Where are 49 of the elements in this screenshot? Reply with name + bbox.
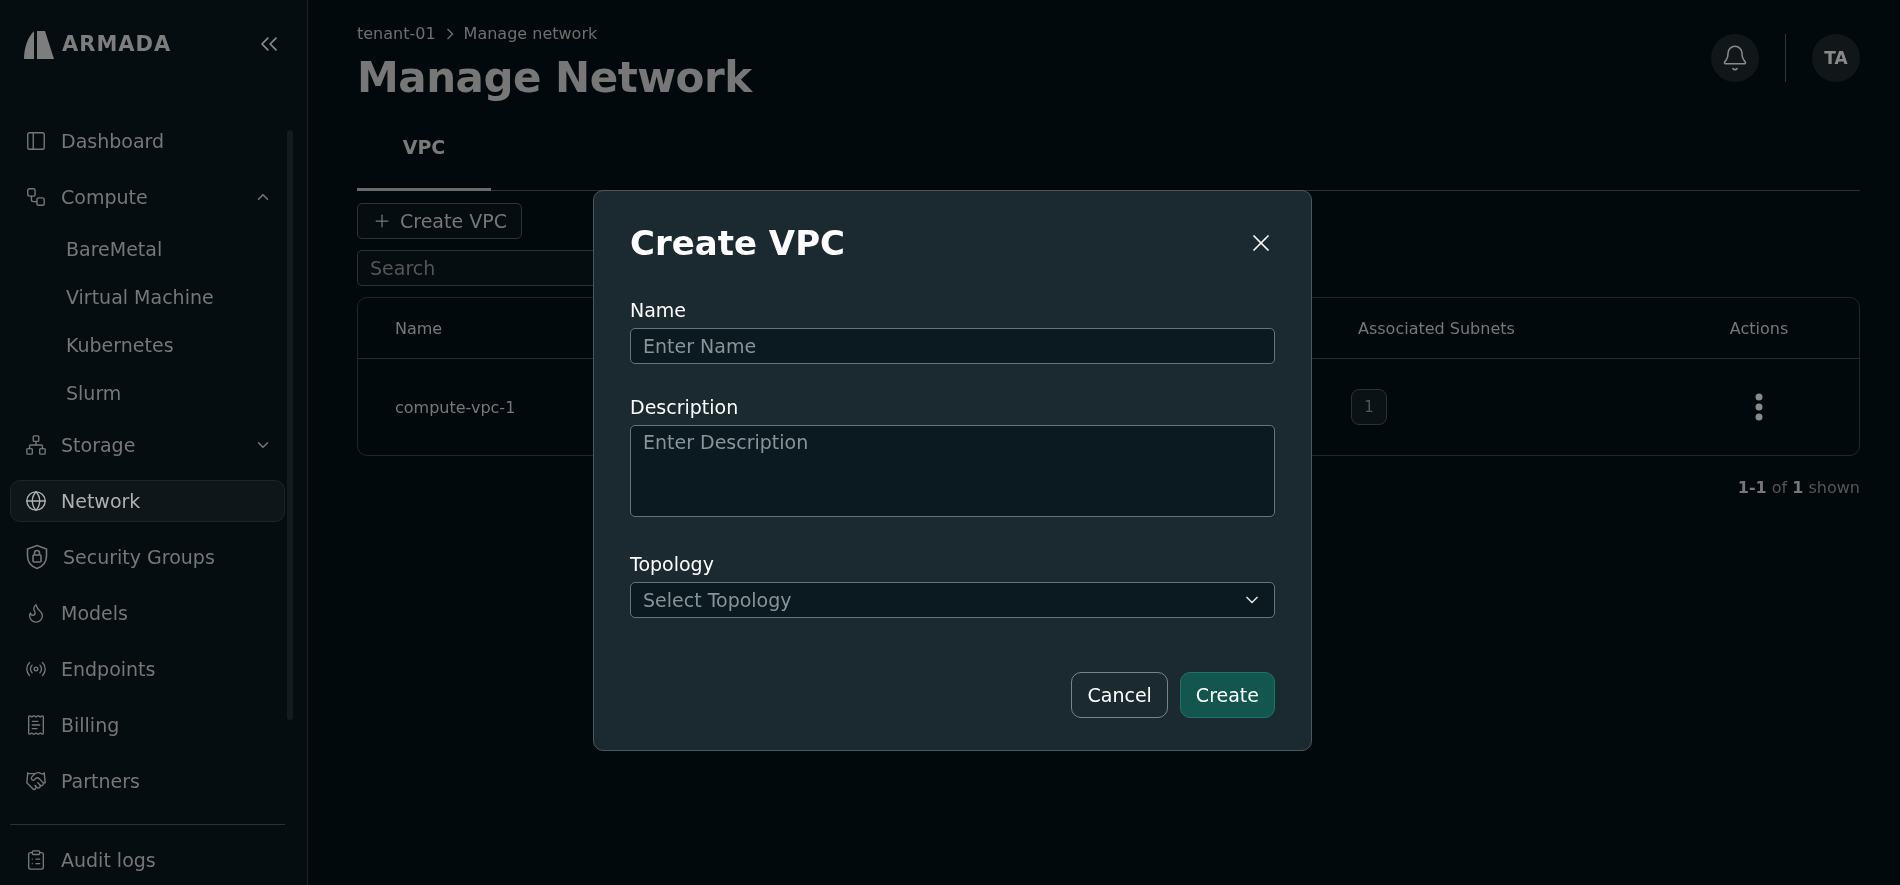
count-badge: 1 [1351,389,1387,425]
description-text-area[interactable]: Enter Description [630,425,1275,517]
table-cell: compute-vpc-1 [395,397,516,417]
field-label: Description [630,396,740,418]
server-node-icon [25,434,47,456]
sidebar-item[interactable]: Dashboard [10,120,285,162]
name-input-field[interactable]: Enter Name [630,328,1275,364]
sidebar-item[interactable]: Partners [10,760,285,802]
vertical-dots-icon [1755,393,1763,421]
sidebar-item[interactable]: Audit logs [10,839,285,881]
sidebar-subitem[interactable]: Slurm [10,376,285,410]
notifications-button[interactable] [1711,34,1759,82]
field-label: Topology [630,553,715,575]
sidebar-subitem[interactable]: Virtual Machine [10,280,285,314]
column-header: Actions [1659,298,1859,359]
sail-logo-icon [22,29,56,59]
shield-lock-icon [25,544,49,570]
chevron-right-icon [445,27,454,40]
clipboard-icon [25,849,47,871]
create-button[interactable]: Create [1179,672,1275,718]
globe-icon [25,490,47,512]
column-header: Associated Subnets [1321,298,1659,359]
field-label: Name [630,299,688,321]
breadcrumb-link[interactable]: tenant-01 [357,24,436,43]
dialog-title: Create VPC [630,223,846,263]
tab[interactable]: VPC [357,136,491,191]
sidebar-item[interactable]: Models [10,592,285,634]
create-vpc-button[interactable]: Create VPC [357,203,522,239]
receipt-icon [25,714,47,736]
sidebar-item[interactable]: Endpoints [10,648,285,690]
topology-dropdown[interactable]: Select Topology [630,582,1275,618]
pagination-summary: 1-1 of 1 shown [1737,478,1860,497]
more-options-button[interactable] [1755,393,1763,421]
handshake-icon [25,770,47,792]
sidebar-item[interactable]: Billing [10,704,285,746]
sidebar-subitem[interactable]: Kubernetes [10,328,285,362]
cancel-button[interactable]: Cancel [1071,672,1168,718]
user-avatar[interactable]: TA [1812,34,1860,82]
logo-text: ARMADA [62,32,172,56]
breadcrumb-link[interactable]: Manage network [463,24,598,43]
workflow-icon [25,186,47,208]
sidebar-item[interactable]: Storage [10,424,285,466]
sidebar-item[interactable]: Security Groups [10,536,285,578]
bell-icon [1721,44,1749,72]
page-title: Manage Network [357,53,752,102]
sidebar-item[interactable]: Network [10,480,285,522]
panel-icon [25,130,47,152]
sidebar-subitem[interactable]: BareMetal [10,232,285,266]
sidebar-item[interactable]: Compute [10,176,285,218]
